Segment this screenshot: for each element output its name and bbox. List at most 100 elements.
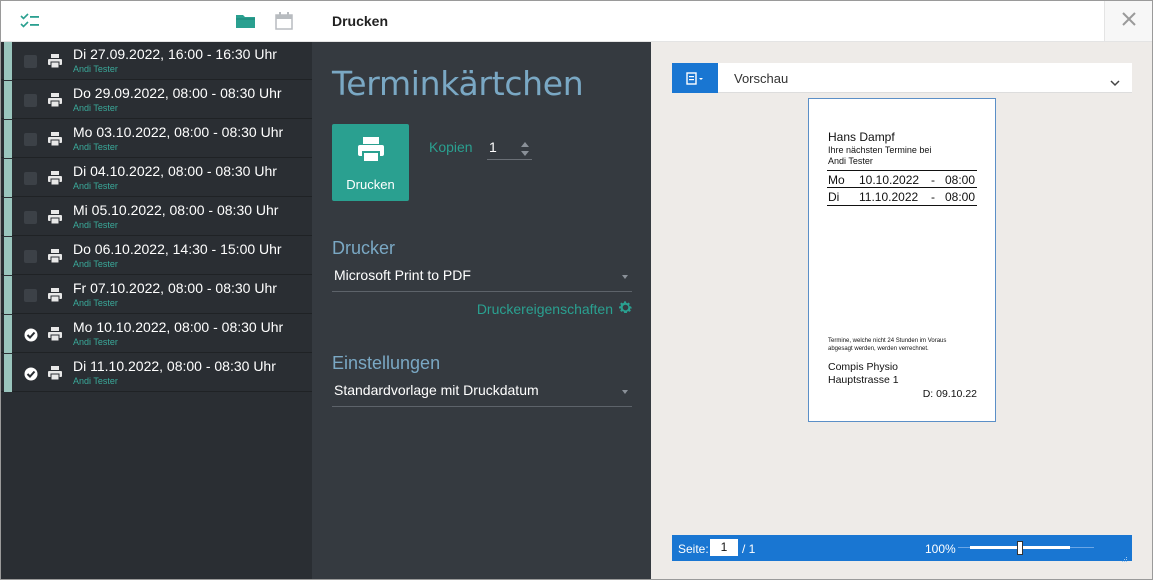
zoom-slider-thumb[interactable] [1017, 541, 1023, 555]
card-print-date: D: 09.10.22 [922, 388, 977, 400]
dialog-title: Drucken [332, 13, 389, 29]
appointment-item[interactable]: Di 11.10.2022, 08:00 - 08:30 Uhr Andi Tes… [1, 354, 312, 392]
header-toolbar [1, 1, 312, 41]
preview-title: Vorschau [734, 71, 789, 86]
print-button[interactable]: Drucken [332, 124, 409, 201]
appointment-person: Andi Tester [73, 142, 118, 152]
close-icon [1121, 11, 1137, 32]
close-button[interactable] [1104, 1, 1152, 41]
appointment-title: Mi 05.10.2022, 08:00 - 08:30 Uhr [73, 202, 279, 218]
appointment-item[interactable]: Do 06.10.2022, 14:30 - 15:00 Uhr Andi Tes… [1, 237, 312, 275]
printer-select[interactable]: Microsoft Print to PDF [332, 262, 632, 292]
appointment-checkbox[interactable] [24, 211, 37, 224]
printer-properties-link[interactable]: Druckereigenschaften [477, 300, 633, 318]
appointment-person: Andi Tester [73, 64, 118, 74]
card-intro-line: Ihre nächsten Termine bei [828, 145, 932, 155]
printer-icon [47, 132, 63, 147]
appointment-item[interactable]: Mo 10.10.2022, 08:00 - 08:30 Uhr Andi Tes… [1, 315, 312, 353]
copies-stepper[interactable] [519, 140, 531, 158]
printer-icon [47, 210, 63, 225]
appointment-checkbox[interactable] [24, 250, 37, 263]
card-cancellation-note: Termine, welche nicht 24 Stunden im Vora… [828, 338, 947, 344]
appointment-checkbox[interactable] [24, 172, 37, 185]
appointment-item[interactable]: Do 29.09.2022, 08:00 - 08:30 Uhr Andi Tes… [1, 81, 312, 119]
card-row-time: 08:00 [945, 173, 976, 187]
printer-icon [358, 137, 384, 163]
appointment-list: Di 27.09.2022, 16:00 - 16:30 Uhr Andi Tes… [1, 42, 312, 579]
appointment-item[interactable]: Di 04.10.2022, 08:00 - 08:30 Uhr Andi Tes… [1, 159, 312, 197]
card-appointment-row: Di 11.10.2022 - 08:00 [827, 188, 977, 206]
appointment-stripe [4, 198, 12, 236]
appointment-item[interactable]: Mi 05.10.2022, 08:00 - 08:30 Uhr Andi Tes… [1, 198, 312, 236]
card-cancellation-note-2: abgesagt werden, werden verrechnet. [828, 346, 929, 352]
appointment-checkbox[interactable] [24, 133, 37, 146]
print-button-label: Drucken [346, 177, 395, 192]
preview-panel: Vorschau Hans Dampf Ihre nächsten Termin… [651, 42, 1152, 579]
appointment-stripe [4, 120, 12, 158]
appointment-person: Andi Tester [73, 220, 118, 230]
appointment-stripe [4, 315, 12, 353]
appointment-person: Andi Tester [73, 376, 118, 386]
checkmark-icon [24, 367, 38, 381]
appointment-title: Mo 10.10.2022, 08:00 - 08:30 Uhr [73, 319, 284, 335]
appointment-title: Di 11.10.2022, 08:00 - 08:30 Uhr [73, 358, 276, 374]
printer-properties-label: Druckereigenschaften [476, 301, 613, 317]
appointment-stripe [4, 159, 12, 197]
settings-section-label: Einstellungen [332, 353, 441, 373]
chevron-down-icon [622, 275, 628, 279]
appointment-stripe [4, 354, 12, 392]
card-row-time: 08:00 [945, 190, 976, 204]
appointment-checkbox[interactable] [24, 55, 37, 68]
template-select[interactable]: Standardvorlage mit Druckdatum [332, 377, 632, 407]
print-dialog: Drucken Di 27.09.2022, 16:00 - 16:30 Uhr… [0, 0, 1153, 580]
zoom-slider[interactable] [958, 541, 1094, 555]
folder-icon[interactable] [235, 11, 257, 31]
preview-page: Hans Dampf Ihre nächsten Termine bei And… [808, 98, 996, 422]
card-row-day: Di [828, 190, 840, 204]
page-list-icon [686, 72, 703, 85]
printer-select-value: Microsoft Print to PDF [334, 267, 471, 283]
appointment-person: Andi Tester [73, 181, 118, 191]
card-row-sep: - [931, 173, 935, 187]
appointment-item[interactable]: Di 27.09.2022, 16:00 - 16:30 Uhr Andi Tes… [1, 42, 312, 80]
printer-icon [47, 171, 63, 186]
card-patient-name: Hans Dampf [828, 130, 895, 144]
appointment-item[interactable]: Fr 07.10.2022, 08:00 - 08:30 Uhr Andi Tes… [1, 276, 312, 314]
card-row-date: 11.10.2022 [859, 190, 919, 204]
card-company: Compis Physio [828, 361, 899, 373]
appointment-title: Do 29.09.2022, 08:00 - 08:30 Uhr [73, 85, 282, 101]
preview-menu-button[interactable] [672, 63, 718, 93]
appointment-checkbox[interactable] [24, 328, 38, 342]
appointment-checkbox[interactable] [24, 367, 38, 381]
checklist-icon[interactable] [19, 11, 41, 31]
preview-toolbar: Vorschau [672, 63, 1132, 93]
template-select-value: Standardvorlage mit Druckdatum [334, 382, 539, 398]
appointment-person: Andi Tester [73, 259, 118, 269]
print-settings-panel: Terminkärtchen Drucken Kopien 1 Drucker … [312, 42, 651, 579]
appointment-person: Andi Tester [73, 337, 118, 347]
appointment-stripe [4, 276, 12, 314]
header: Drucken [1, 1, 1152, 42]
chevron-down-icon [622, 390, 628, 394]
printer-icon [47, 288, 63, 303]
appointment-stripe [4, 81, 12, 119]
card-row-date: 10.10.2022 [859, 173, 920, 187]
printer-icon [47, 366, 63, 381]
page-input[interactable]: 1 [710, 539, 738, 556]
appointment-title: Fr 07.10.2022, 08:00 - 08:30 Uhr [73, 280, 277, 296]
chevron-down-icon[interactable] [1110, 74, 1120, 92]
appointment-stripe [4, 42, 12, 80]
appointment-item[interactable]: Mo 03.10.2022, 08:00 - 08:30 Uhr Andi Tes… [1, 120, 312, 158]
appointment-checkbox[interactable] [24, 289, 37, 302]
calendar-icon[interactable] [274, 11, 296, 31]
page-title: Terminkärtchen [332, 64, 584, 103]
printer-icon [47, 54, 63, 69]
page-total: / 1 [742, 542, 756, 556]
printer-icon [47, 93, 63, 108]
copies-label: Kopien [429, 139, 473, 155]
checkmark-icon [24, 328, 38, 342]
resize-grip-icon[interactable] [1122, 552, 1128, 562]
printer-section-label: Drucker [332, 238, 396, 258]
appointment-title: Di 27.09.2022, 16:00 - 16:30 Uhr [73, 46, 277, 62]
appointment-checkbox[interactable] [24, 94, 37, 107]
